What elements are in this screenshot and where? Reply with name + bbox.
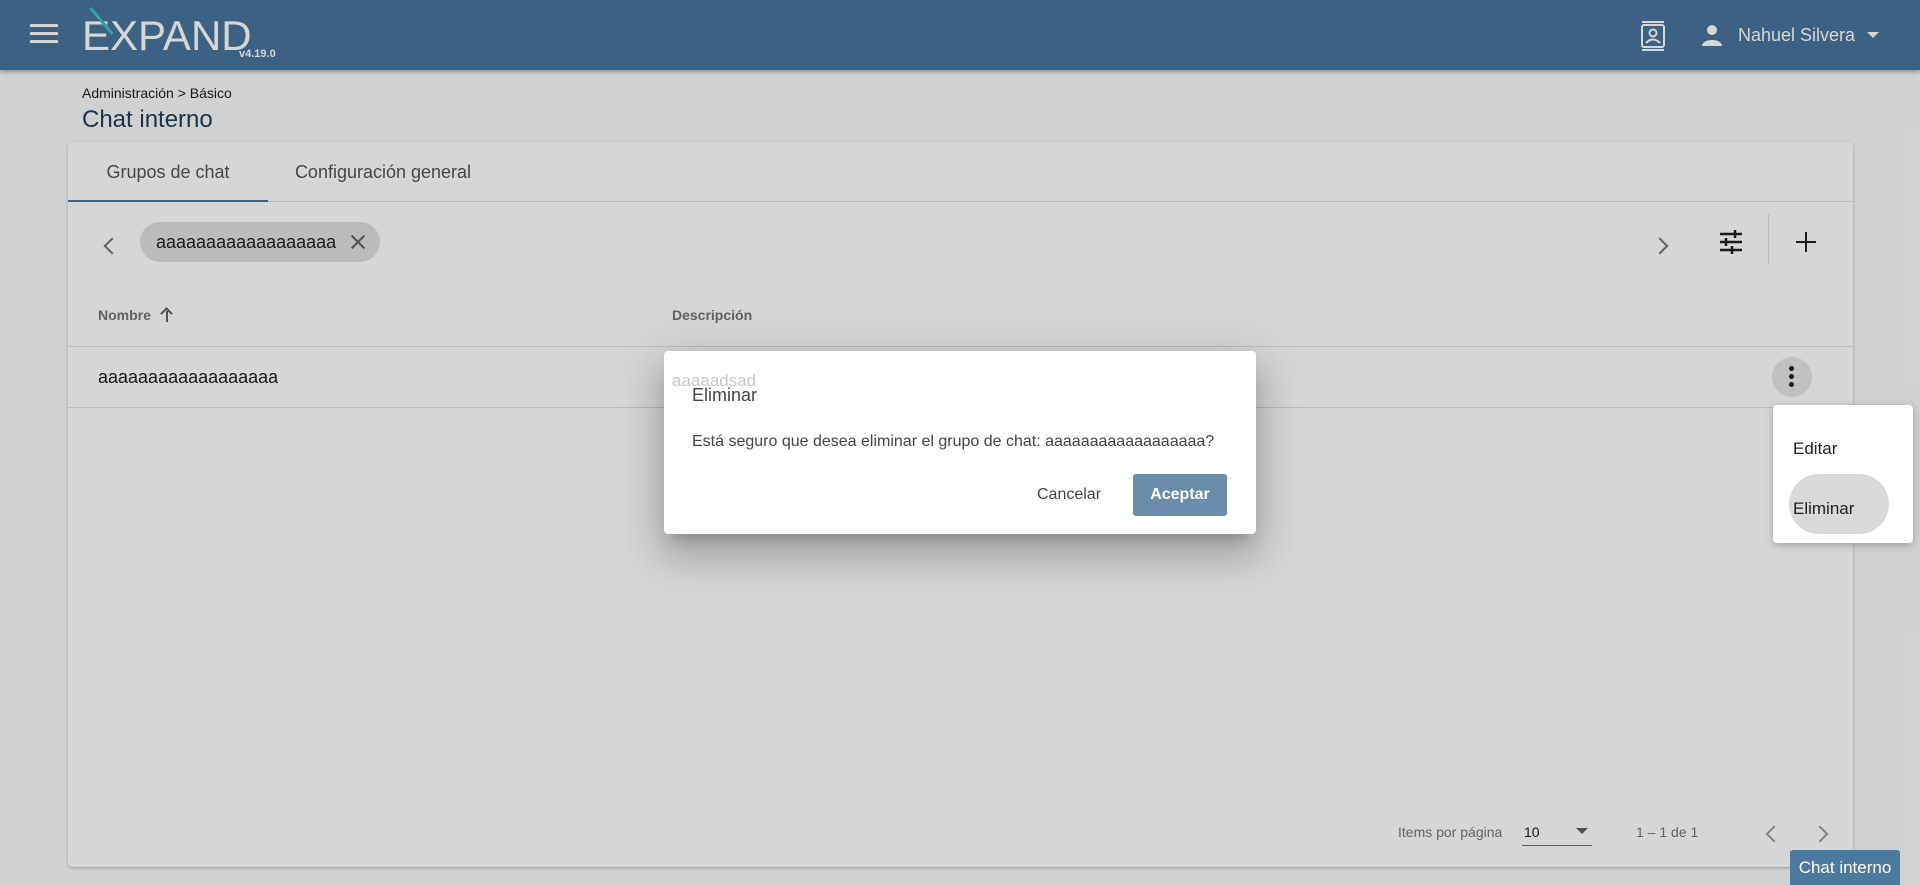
menu-item-editar[interactable]: Editar bbox=[1773, 425, 1913, 473]
delete-confirm-dialog: aaaaadsad Eliminar Está seguro que desea… bbox=[664, 351, 1256, 534]
dialog-message: Está seguro que desea eliminar el grupo … bbox=[692, 433, 1215, 450]
menu-item-eliminar[interactable]: Eliminar bbox=[1773, 485, 1913, 533]
cancel-button[interactable]: Cancelar bbox=[1024, 475, 1114, 515]
chat-interno-tab[interactable]: Chat interno bbox=[1790, 850, 1900, 885]
accept-button[interactable]: Aceptar bbox=[1133, 474, 1227, 516]
dialog-title: Eliminar bbox=[692, 385, 758, 405]
row-context-menu: Editar Eliminar bbox=[1773, 405, 1913, 543]
